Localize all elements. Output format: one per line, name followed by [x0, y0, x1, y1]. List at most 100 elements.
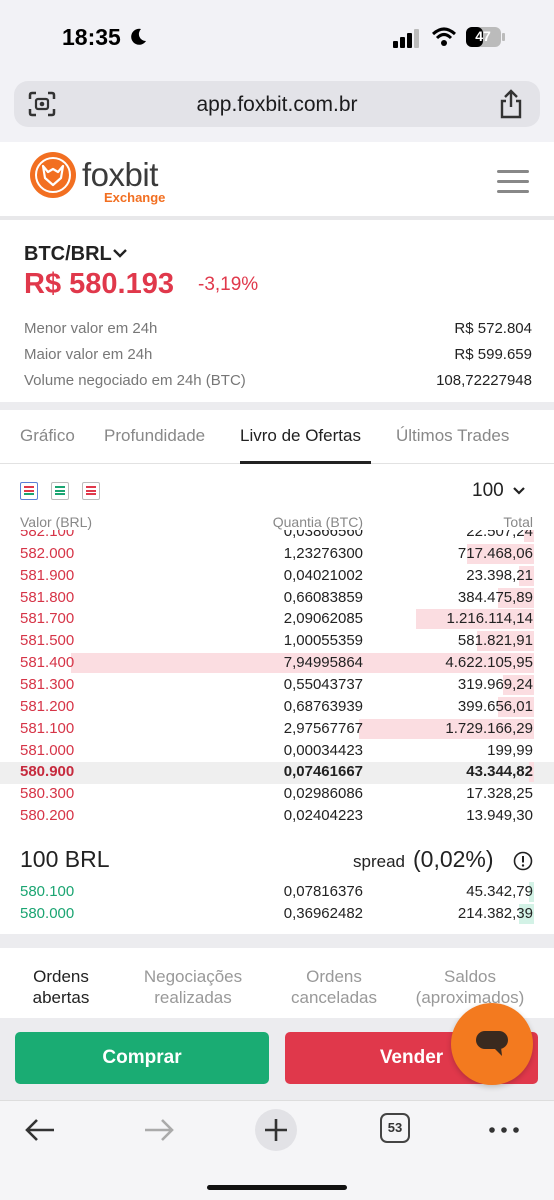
foxbit-logo-icon[interactable]	[30, 152, 76, 198]
ask-row[interactable]: 582.100 0,03866560 22.507,24	[0, 530, 554, 544]
ask-row[interactable]: 581.500 1,00055359 581.821,91	[0, 631, 554, 653]
pair-selector[interactable]: BTC/BRL	[24, 243, 112, 266]
order-total: 17.328,25	[466, 785, 533, 803]
order-qty: 0,00034423	[283, 741, 363, 759]
order-qty: 7,94995864	[283, 654, 363, 672]
buy-button[interactable]: Comprar	[15, 1032, 269, 1084]
order-price: 582.000	[20, 544, 75, 562]
spread-label: spread	[353, 852, 405, 871]
ask-row[interactable]: 581.200 0,68763939 399.656,01	[0, 696, 554, 719]
back-arrow-icon[interactable]	[22, 1115, 58, 1145]
depth-select[interactable]: 100	[472, 480, 504, 502]
order-qty: 0,03866560	[283, 530, 363, 540]
tab-grafico[interactable]: Gráfico	[20, 426, 75, 446]
stat-label: Maior valor em 24h	[24, 346, 153, 363]
ask-row[interactable]: 581.000 0,00034423 199,99	[0, 741, 554, 763]
logo-wordmark: foxbit	[82, 156, 158, 193]
forward-arrow-icon[interactable]	[141, 1115, 177, 1145]
ask-row[interactable]: 581.300 0,55043737 319.969,24	[0, 674, 554, 697]
stat-value: R$ 599.659	[454, 346, 532, 363]
price-change: -3,19%	[198, 274, 259, 295]
tab-line: realizadas	[154, 988, 232, 1007]
order-price: 580.000	[20, 904, 75, 922]
order-qty: 1,00055359	[283, 632, 363, 650]
order-price: 581.400	[20, 654, 75, 672]
tab-ultimos-trades[interactable]: Últimos Trades	[396, 426, 509, 446]
section-divider	[0, 934, 554, 948]
hamburger-menu-icon[interactable]	[497, 170, 529, 194]
address-bar[interactable]: app.foxbit.com.br	[14, 81, 540, 127]
site-header: foxbit Exchange	[0, 142, 554, 220]
stat-low-24h: Menor valor em 24h R$ 572.804	[24, 320, 532, 342]
order-total: 581.821,91	[457, 632, 533, 650]
order-total: 23.398,21	[466, 566, 533, 584]
ask-row[interactable]: 580.200 0,02404223 13.949,30	[0, 806, 554, 828]
tab-ordens-canceladas[interactable]: Ordens canceladas	[284, 966, 384, 1008]
order-price: 581.100	[20, 719, 75, 737]
chat-button[interactable]	[451, 1003, 533, 1085]
more-options-icon[interactable]	[489, 1127, 519, 1133]
order-qty: 2,09062085	[283, 610, 363, 628]
tab-livro-de-ofertas[interactable]: Livro de Ofertas	[240, 426, 361, 446]
tab-saldos[interactable]: Saldos (aproximados)	[406, 966, 534, 1008]
bid-row[interactable]: 580.100 0,07816376 45.342,79	[0, 882, 554, 904]
ask-row[interactable]: 581.100 2,97567767 1.729.166,29	[0, 718, 554, 741]
last-price: R$ 580.193	[24, 268, 174, 300]
browser-address-area: app.foxbit.com.br	[0, 76, 554, 142]
tabs-count-button[interactable]: 53	[380, 1113, 410, 1143]
order-price: 581.800	[20, 588, 75, 606]
chevron-down-icon[interactable]	[512, 485, 526, 497]
market-tabs: Gráfico Profundidade Livro de Ofertas Úl…	[0, 410, 554, 464]
order-qty: 0,02404223	[283, 807, 363, 825]
tab-line: Ordens	[33, 967, 89, 986]
order-total: 13.949,30	[466, 807, 533, 825]
ask-row[interactable]: 581.900 0,04021002 23.398,21	[0, 565, 554, 588]
tab-line: canceladas	[290, 988, 377, 1007]
order-total: 717.468,06	[457, 544, 533, 562]
status-bar: 18:35 47	[0, 0, 554, 76]
battery-level: 47	[475, 28, 491, 44]
tab-ordens-abertas[interactable]: Ordens abertas	[20, 966, 102, 1008]
chevron-down-icon[interactable]	[112, 246, 128, 260]
ask-row[interactable]: 582.000 1,23276300 717.468,06	[0, 543, 554, 566]
tab-line: abertas	[32, 988, 90, 1007]
plus-icon	[265, 1119, 287, 1141]
order-total: 199,99	[487, 741, 533, 759]
view-bids-icon[interactable]	[51, 482, 69, 500]
spread-row: 100 BRL spread (0,02%)	[0, 838, 554, 878]
ask-row[interactable]: 581.800 0,66083859 384.475,89	[0, 587, 554, 610]
order-total: 319.969,24	[457, 675, 533, 693]
order-qty: 2,97567767	[283, 719, 363, 737]
share-icon[interactable]	[498, 89, 524, 119]
chat-icon	[476, 1031, 508, 1056]
order-qty: 0,07461667	[283, 763, 363, 781]
order-qty: 0,04021002	[283, 566, 363, 584]
tab-line: (aproximados)	[415, 988, 525, 1007]
ask-row[interactable]: 581.700 2,09062085 1.216.114,14	[0, 609, 554, 631]
order-price: 581.300	[20, 675, 75, 693]
bid-row[interactable]: 580.000 0,36962482 214.382,39	[0, 903, 554, 926]
ask-row[interactable]: 580.300 0,02986086 17.328,25	[0, 784, 554, 806]
order-price: 580.200	[20, 807, 75, 825]
logo-subtitle: Exchange	[104, 190, 166, 205]
order-price: 581.700	[20, 610, 75, 628]
ask-row[interactable]: 580.900 0,07461667 43.344,82	[0, 762, 554, 785]
info-icon[interactable]	[513, 851, 533, 871]
order-total: 384.475,89	[457, 588, 533, 606]
tab-negociacoes-realizadas[interactable]: Negociações realizadas	[134, 966, 252, 1008]
order-price: 582.100	[20, 530, 75, 540]
stat-value: R$ 572.804	[454, 320, 532, 337]
tab-line: Ordens	[306, 967, 362, 986]
order-qty: 1,23276300	[283, 544, 363, 562]
tab-profundidade[interactable]: Profundidade	[104, 426, 205, 446]
col-header-qty: Quantia (BTC)	[272, 514, 363, 530]
ask-row[interactable]: 581.400 7,94995864 4.622.105,95	[0, 653, 554, 675]
view-both-icon[interactable]	[20, 482, 38, 500]
stat-value: 108,72227948	[436, 372, 532, 389]
spread-value: (0,02%)	[413, 846, 494, 872]
view-asks-icon[interactable]	[82, 482, 100, 500]
new-tab-button[interactable]	[255, 1109, 297, 1151]
spread-base: 100 BRL	[20, 846, 110, 872]
order-price: 580.300	[20, 785, 75, 803]
col-header-total: Total	[503, 514, 533, 530]
